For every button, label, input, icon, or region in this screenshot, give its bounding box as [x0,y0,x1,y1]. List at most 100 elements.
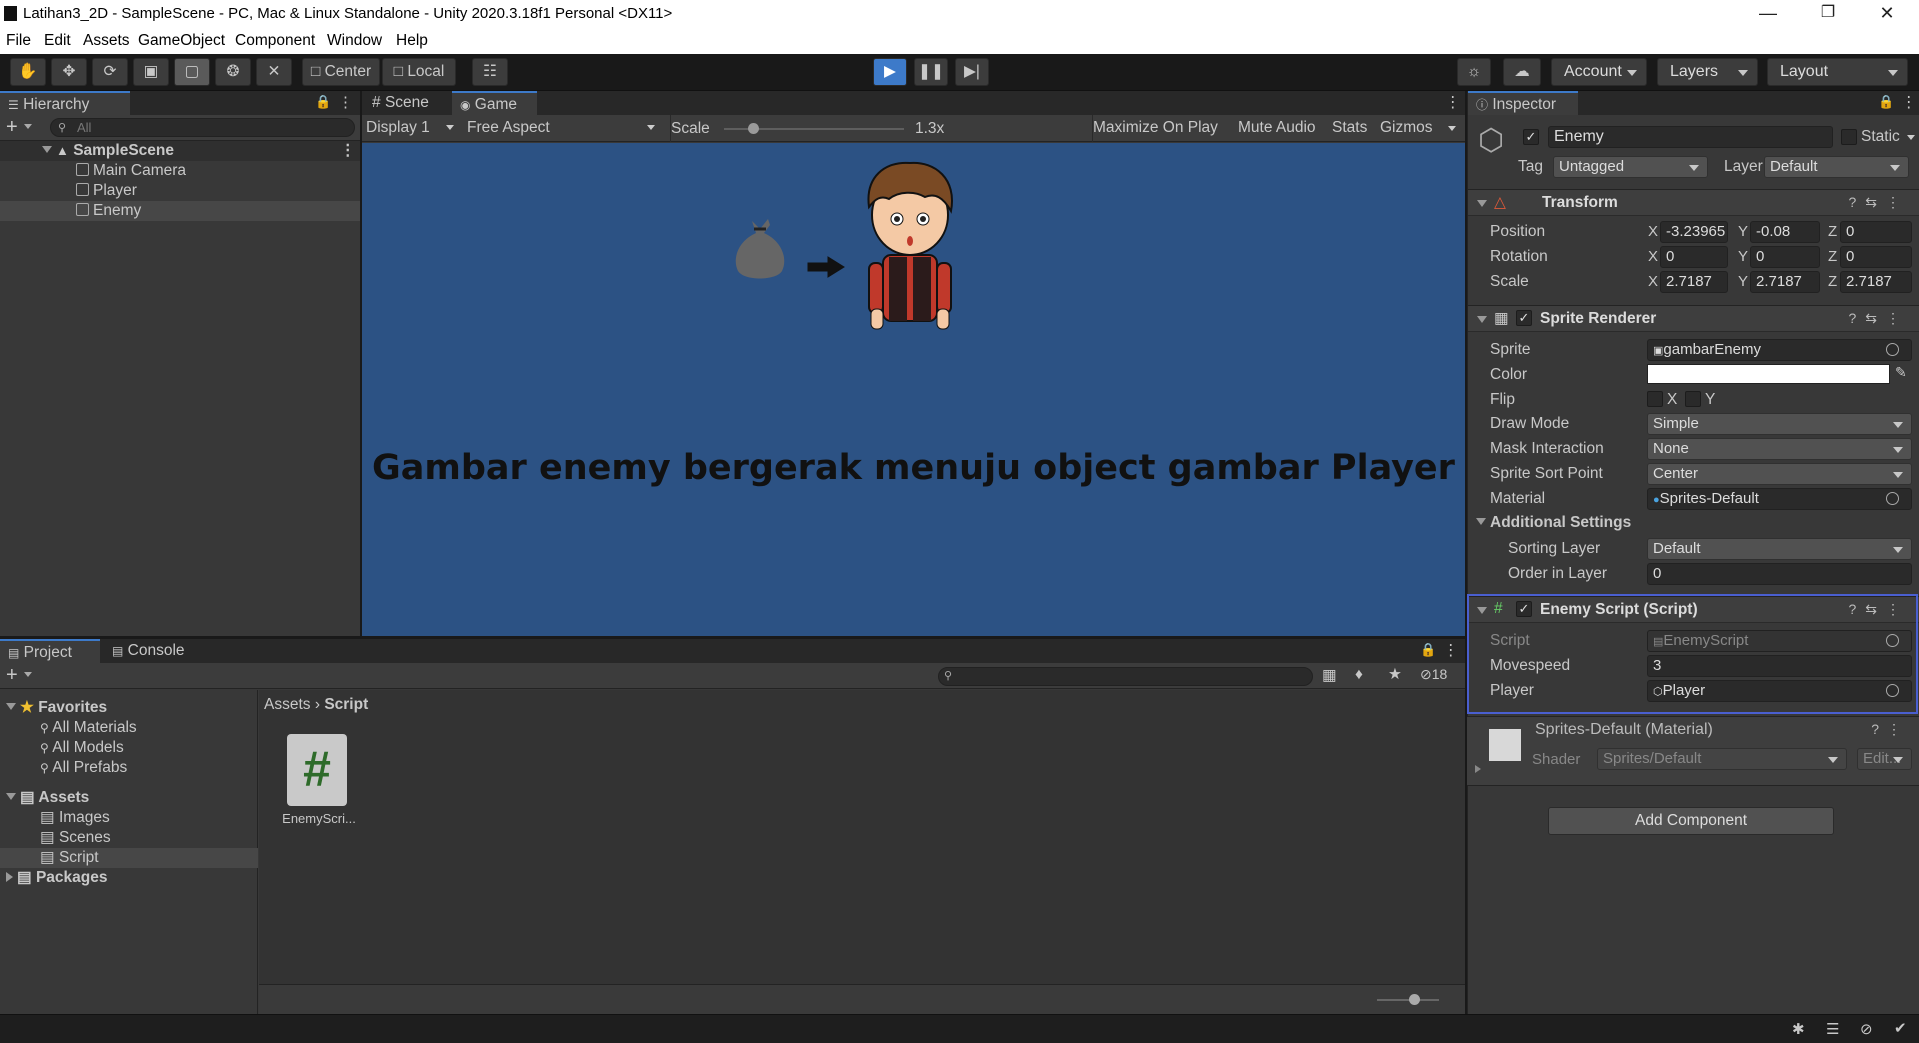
movespeed-field[interactable]: 3 [1647,655,1912,677]
tab-console[interactable]: ▤ Console [104,639,204,663]
tab-inspector[interactable]: ⓘ Inspector [1468,91,1578,115]
bug-icon[interactable]: ✱ [1792,1020,1805,1038]
create-plus-icon[interactable]: + [6,116,18,139]
game-viewport[interactable]: Gambar enemy bergerak menuju object gamb… [362,143,1465,636]
layout-dropdown[interactable]: Layout [1767,58,1908,86]
menu-assets[interactable]: Assets [83,32,130,50]
pivot-local-button[interactable]: □ Local [382,58,456,86]
sprite-renderer-header[interactable]: ▦ ✓ Sprite Renderer ?⇆⋮ [1468,305,1919,332]
play-button[interactable]: ▶ [873,58,907,86]
tab-hierarchy[interactable]: ☰ Hierarchy [0,91,130,115]
component-header-icons[interactable]: ?⇆⋮ [1848,194,1909,211]
add-component-button[interactable]: Add Component [1548,807,1834,835]
gizmos-toggle[interactable]: Gizmos [1380,119,1433,137]
lock-icon[interactable]: 🔒 [315,94,331,110]
transform-tool-icon[interactable]: ❂ [215,58,251,86]
zoom-slider-track[interactable] [1377,999,1439,1001]
object-picker-icon[interactable] [1886,343,1899,356]
expand-arrow-icon[interactable] [6,793,16,800]
expand-arrow-icon[interactable] [42,146,52,153]
object-name-field[interactable]: Enemy [1548,126,1833,148]
kebab-menu-icon[interactable]: ⋮ [1443,641,1459,660]
lock-icon[interactable]: 🔒 [1878,94,1894,110]
tab-scene[interactable]: # Scene [362,91,452,115]
flip-y-checkbox[interactable] [1685,391,1701,407]
material-field[interactable]: ●Sprites-Default [1647,488,1912,510]
account-dropdown[interactable]: Account [1551,58,1647,86]
fold-arrow-icon[interactable] [1477,607,1487,614]
position-x-field[interactable]: -3.23965 [1660,221,1728,243]
tag-dropdown[interactable]: Untagged [1553,156,1708,178]
mask-interaction-dropdown[interactable]: None [1647,438,1912,460]
zoom-slider-thumb[interactable] [1409,994,1420,1005]
step-button[interactable]: ▶| [955,58,989,86]
file-name[interactable]: EnemyScri... [269,811,369,826]
menu-component[interactable]: Component [235,32,315,50]
fold-arrow-icon[interactable] [1477,316,1487,323]
menu-window[interactable]: Window [327,32,382,50]
menu-file[interactable]: File [6,32,31,50]
layer-dropdown[interactable]: Default [1764,156,1909,178]
eyedropper-icon[interactable]: ✎ [1895,364,1907,381]
create-plus-icon[interactable]: + [6,664,18,687]
shader-dropdown[interactable]: Sprites/Default [1597,748,1847,770]
object-picker-icon[interactable] [1886,684,1899,697]
close-icon[interactable]: ✕ [1864,2,1910,26]
aspect-dropdown[interactable]: Free Aspect [467,119,662,137]
enemy-script-header[interactable]: # ✓ Enemy Script (Script) ?⇆⋮ [1468,596,1919,623]
stats-toggle[interactable]: Stats [1332,119,1367,137]
kebab-menu-icon[interactable]: ⋮ [1901,93,1917,112]
hidden-packages-toggle[interactable]: ⊘18 [1420,666,1447,683]
breadcrumb-script[interactable]: Script [324,696,368,713]
fold-arrow-icon[interactable] [1477,200,1487,207]
menu-help[interactable]: Help [396,32,428,50]
breadcrumb-assets[interactable]: Assets [264,696,311,713]
component-header-icons[interactable]: ?⇆⋮ [1848,310,1909,327]
minimize-icon[interactable]: — [1745,2,1791,26]
layers-dropdown[interactable]: Layers [1657,58,1758,86]
rotation-y-field[interactable]: 0 [1750,246,1820,268]
cloud-icon[interactable]: ☁ [1503,58,1541,86]
rotation-z-field[interactable]: 0 [1840,246,1912,268]
draw-mode-dropdown[interactable]: Simple [1647,413,1912,435]
shader-edit-button[interactable]: Edit... [1857,748,1912,770]
active-checkbox[interactable]: ✓ [1523,129,1539,145]
player-reference-field[interactable]: ⬡Player [1647,680,1912,702]
fold-arrow-icon[interactable] [1476,518,1486,525]
maximize-on-play-toggle[interactable]: Maximize On Play [1093,119,1218,137]
flip-x-checkbox[interactable] [1647,391,1663,407]
scale-x-field[interactable]: 2.7187 [1660,271,1728,293]
hierarchy-item-enemy[interactable]: Enemy [0,201,360,221]
chevron-down-icon[interactable] [24,672,32,677]
auto-lighting-icon[interactable]: ⊘ [1860,1020,1873,1038]
rect-tool-icon[interactable]: ▢ [174,58,210,86]
static-dropdown-icon[interactable] [1907,135,1915,140]
label-tag-icon[interactable]: ♦ [1355,666,1363,684]
transform-header[interactable]: △ Transform ?⇆⋮ [1468,189,1919,216]
scale-tool-icon[interactable]: ▣ [133,58,169,86]
collapse-arrow-icon[interactable] [6,872,13,882]
material-header-icons[interactable]: ?⋮ [1871,721,1909,738]
expand-arrow-icon[interactable] [1475,765,1481,773]
scene-menu-icon[interactable]: ⋮ [340,141,356,161]
scale-y-field[interactable]: 2.7187 [1750,271,1820,293]
search-by-type-icon[interactable]: ▦ [1322,666,1337,685]
chevron-down-icon[interactable] [24,124,32,129]
pivot-center-button[interactable]: □ Center [302,58,380,86]
restore-icon[interactable]: ❐ [1805,2,1851,26]
tab-project[interactable]: ▤ Project [0,639,100,663]
enemy-script-enabled-checkbox[interactable]: ✓ [1516,601,1532,617]
kebab-menu-icon[interactable]: ⋮ [338,93,353,111]
csharp-script-icon[interactable]: # [287,734,347,806]
additional-settings-foldout[interactable]: Additional Settings [1476,514,1631,532]
pause-button[interactable]: ❚❚ [914,58,948,86]
expand-arrow-icon[interactable] [6,703,16,710]
hierarchy-item-main-camera[interactable]: Main Camera [0,161,360,181]
move-tool-icon[interactable]: ✥ [51,58,87,86]
kebab-menu-icon[interactable]: ⋮ [1445,93,1461,112]
static-checkbox[interactable] [1841,129,1857,145]
position-z-field[interactable]: 0 [1840,221,1912,243]
folder-script[interactable]: ▤ Script [0,848,258,868]
object-picker-icon[interactable] [1886,492,1899,505]
sorting-layer-dropdown[interactable]: Default [1647,538,1912,560]
